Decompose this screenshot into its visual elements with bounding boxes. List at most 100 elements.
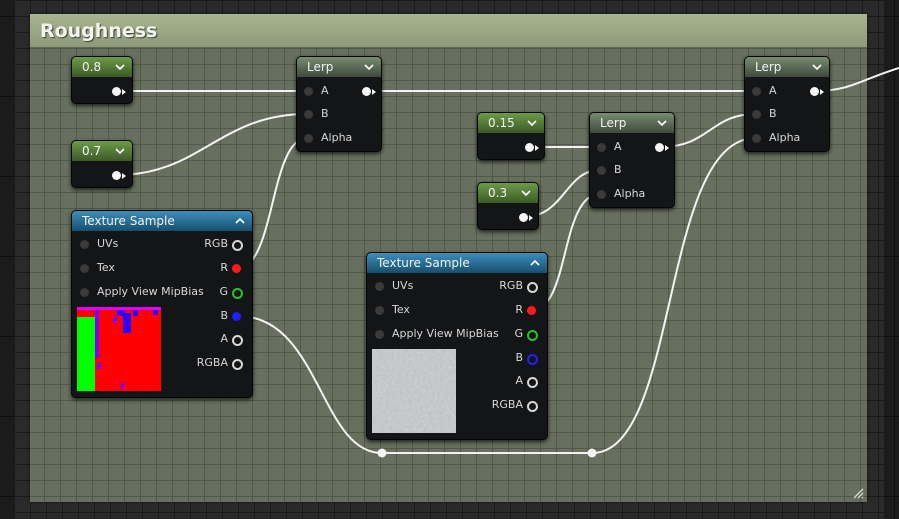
chevron-down-icon[interactable]	[520, 183, 532, 203]
output-arrow-icon	[535, 145, 539, 151]
constant-header[interactable]: 0.8	[72, 57, 132, 77]
output-label-rgb: RGB	[499, 279, 523, 292]
chevron-down-icon[interactable]	[526, 113, 538, 133]
input-pin-b[interactable]	[752, 110, 761, 119]
texture-sample-header[interactable]: Texture Sample	[72, 211, 252, 231]
output-pin[interactable]	[525, 143, 534, 152]
input-label-b: B	[321, 107, 329, 120]
lerp-title: Lerp	[755, 60, 782, 74]
output-label-a: A	[515, 374, 523, 387]
output-pin-rgba[interactable]	[527, 401, 538, 412]
output-pin-b[interactable]	[527, 354, 538, 365]
input-label-a: A	[614, 140, 622, 153]
constant-header[interactable]: 0.3	[478, 183, 538, 203]
constant-value[interactable]: 0.15	[488, 116, 515, 130]
input-pin-tex[interactable]	[375, 306, 384, 315]
lerp-header[interactable]: Lerp	[297, 57, 381, 77]
output-pin-b[interactable]	[232, 312, 241, 321]
lerp-title: Lerp	[600, 116, 627, 130]
output-pin[interactable]	[519, 213, 528, 222]
input-pin-mipbias[interactable]	[80, 288, 89, 297]
output-label-b: B	[220, 309, 228, 322]
input-label-mipbias: Apply View MipBias	[97, 285, 204, 298]
output-label-r: R	[220, 261, 228, 274]
input-label-alpha: Alpha	[769, 131, 801, 144]
output-label-b: B	[515, 351, 523, 364]
input-label-b: B	[769, 107, 777, 120]
constant-value[interactable]: 0.7	[82, 144, 101, 158]
output-arrow-icon	[122, 89, 126, 95]
input-label-a: A	[769, 84, 777, 97]
output-pin-r[interactable]	[527, 306, 536, 315]
chevron-up-icon[interactable]	[234, 211, 246, 231]
chevron-down-icon[interactable]	[363, 57, 375, 77]
output-label-r: R	[515, 303, 523, 316]
output-pin-rgb[interactable]	[527, 282, 538, 293]
output-pin-r[interactable]	[232, 264, 241, 273]
input-pin-a[interactable]	[597, 143, 606, 152]
chevron-down-icon[interactable]	[811, 57, 823, 77]
chevron-down-icon[interactable]	[656, 113, 668, 133]
input-pin-uvs[interactable]	[375, 282, 384, 291]
chevron-down-icon[interactable]	[114, 141, 126, 161]
input-pin-uvs[interactable]	[80, 240, 89, 249]
output-arrow-icon	[372, 89, 376, 95]
output-pin-a[interactable]	[232, 335, 243, 346]
resize-grip-icon[interactable]	[852, 487, 864, 499]
output-pin-a[interactable]	[527, 377, 538, 388]
texture-sample-title: Texture Sample	[82, 214, 175, 228]
input-label-uvs: UVs	[97, 237, 119, 250]
input-pin-b[interactable]	[304, 110, 313, 119]
comment-title: Roughness	[40, 20, 158, 42]
texture-sample-header[interactable]: Texture Sample	[367, 253, 547, 273]
output-pin[interactable]	[112, 87, 121, 96]
texture-sample-node-2[interactable]: Texture Sample UVs Tex Apply View MipBia…	[366, 252, 548, 440]
constant-node-0-7[interactable]: 0.7	[71, 140, 133, 188]
input-pin-b[interactable]	[597, 166, 606, 175]
output-pin[interactable]	[112, 171, 121, 180]
chevron-down-icon[interactable]	[114, 57, 126, 77]
lerp-header[interactable]: Lerp	[745, 57, 829, 77]
output-pin-g[interactable]	[527, 330, 538, 341]
constant-node-0-3[interactable]: 0.3	[477, 182, 539, 230]
lerp-header[interactable]: Lerp	[590, 113, 674, 133]
lerp-node-2[interactable]: Lerp A B Alpha	[589, 112, 675, 208]
output-label-rgba: RGBA	[491, 398, 523, 411]
constant-value[interactable]: 0.3	[488, 186, 507, 200]
output-pin-rgb[interactable]	[232, 240, 243, 251]
comment-header[interactable]: Roughness	[30, 14, 867, 48]
input-pin-alpha[interactable]	[597, 190, 606, 199]
constant-value[interactable]: 0.8	[82, 60, 101, 74]
input-label-alpha: Alpha	[614, 187, 646, 200]
output-pin-g[interactable]	[232, 288, 243, 299]
concrete-texture-thumbnail	[372, 349, 456, 433]
chevron-up-icon[interactable]	[529, 253, 541, 273]
input-pin-a[interactable]	[304, 87, 313, 96]
input-pin-a[interactable]	[752, 87, 761, 96]
input-pin-alpha[interactable]	[752, 134, 761, 143]
input-label-uvs: UVs	[392, 279, 414, 292]
input-pin-mipbias[interactable]	[375, 330, 384, 339]
output-arrow-icon	[820, 89, 824, 95]
constant-node-0-15[interactable]: 0.15	[477, 112, 545, 160]
input-pin-tex[interactable]	[80, 264, 89, 273]
texture-sample-node-1[interactable]: Texture Sample UVs Tex Apply View MipBia…	[71, 210, 253, 398]
output-pin[interactable]	[362, 87, 371, 96]
output-pin[interactable]	[655, 143, 664, 152]
output-pin[interactable]	[810, 87, 819, 96]
input-label-b: B	[614, 163, 622, 176]
texture-sample-title: Texture Sample	[377, 256, 470, 270]
input-label-tex: Tex	[392, 303, 410, 316]
lerp-node-3[interactable]: Lerp A B Alpha	[744, 56, 830, 152]
output-arrow-icon	[529, 215, 533, 221]
constant-header[interactable]: 0.15	[478, 113, 544, 133]
input-pin-alpha[interactable]	[304, 134, 313, 143]
constant-header[interactable]: 0.7	[72, 141, 132, 161]
input-label-mipbias: Apply View MipBias	[392, 327, 499, 340]
output-label-g: G	[514, 327, 523, 340]
lerp-node-1[interactable]: Lerp A B Alpha	[296, 56, 382, 152]
input-label-a: A	[321, 84, 329, 97]
input-label-tex: Tex	[97, 261, 115, 274]
constant-node-0-8[interactable]: 0.8	[71, 56, 133, 104]
output-pin-rgba[interactable]	[232, 359, 243, 370]
